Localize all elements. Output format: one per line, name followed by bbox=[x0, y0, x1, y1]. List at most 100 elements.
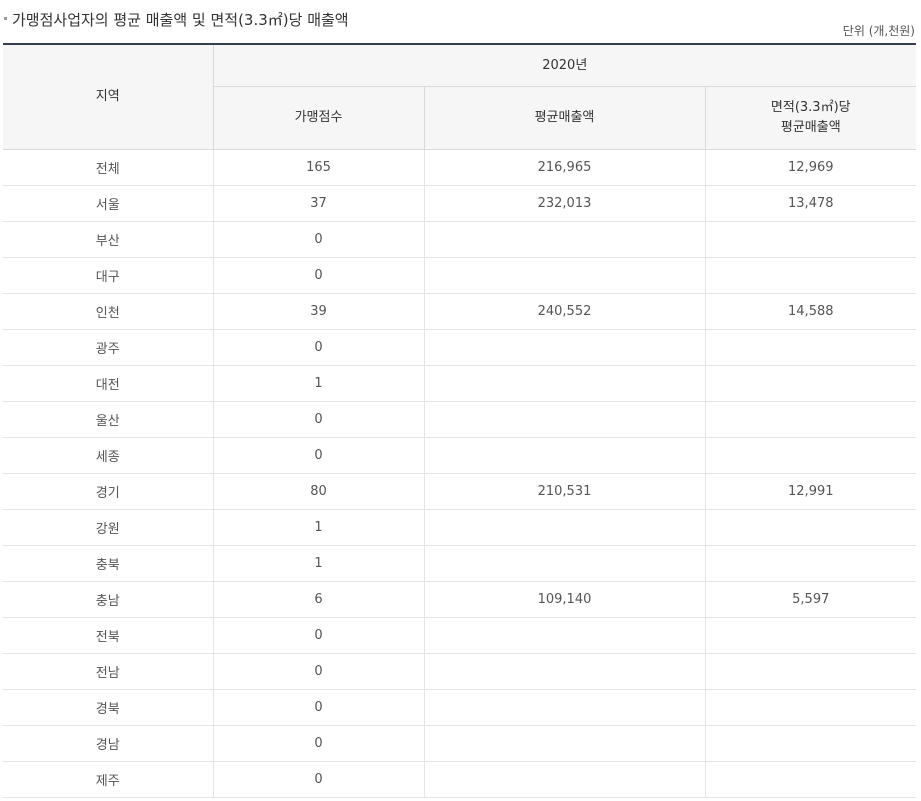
cell-stores: 0 bbox=[212, 329, 424, 366]
cell-area-sales bbox=[704, 725, 917, 762]
table-header-bar: 가맹점사업자의 평균 매출액 및 면적(3.3㎡)당 매출액 단위 (개,천원) bbox=[0, 0, 921, 44]
cell-region: 세종 bbox=[3, 437, 213, 474]
table-row: 대구 0 bbox=[3, 257, 917, 294]
cell-stores: 0 bbox=[212, 617, 424, 654]
cell-region: 광주 bbox=[3, 329, 213, 366]
cell-region: 전북 bbox=[3, 617, 213, 654]
cell-avg-sales bbox=[423, 725, 705, 762]
cell-area-sales bbox=[704, 329, 917, 366]
cell-avg-sales: 210,531 bbox=[423, 473, 705, 510]
col-header-avg-sales: 평균매출액 bbox=[423, 86, 705, 150]
col-header-area-sales-line1: 면적(3.3㎡)당 bbox=[770, 100, 851, 115]
cell-area-sales: 14,588 bbox=[704, 293, 917, 330]
col-header-area-sales: 면적(3.3㎡)당 평균매출액 bbox=[704, 86, 917, 150]
cell-stores: 6 bbox=[212, 581, 424, 618]
cell-avg-sales: 109,140 bbox=[423, 581, 705, 618]
table-row: 강원 1 bbox=[3, 509, 917, 546]
cell-area-sales bbox=[704, 689, 917, 726]
cell-region: 충북 bbox=[3, 545, 213, 582]
cell-stores: 0 bbox=[212, 437, 424, 474]
table-title-text: 가맹점사업자의 평균 매출액 및 면적(3.3㎡)당 매출액 bbox=[12, 11, 349, 29]
cell-stores: 0 bbox=[212, 689, 424, 726]
cell-stores: 0 bbox=[212, 257, 424, 294]
cell-stores: 1 bbox=[212, 545, 424, 582]
cell-stores: 0 bbox=[212, 653, 424, 690]
cell-area-sales bbox=[704, 761, 917, 798]
table-row: 전남 0 bbox=[3, 653, 917, 690]
col-header-region: 지역 bbox=[3, 44, 213, 150]
cell-avg-sales bbox=[423, 401, 705, 438]
table-row: 인천 39 240,552 14,588 bbox=[3, 293, 917, 330]
cell-region: 대전 bbox=[3, 365, 213, 402]
cell-area-sales bbox=[704, 545, 917, 582]
cell-area-sales bbox=[704, 365, 917, 402]
table-row: 경남 0 bbox=[3, 725, 917, 762]
table-row: 제주 0 bbox=[3, 761, 917, 798]
cell-area-sales: 12,969 bbox=[704, 149, 917, 186]
cell-avg-sales bbox=[423, 221, 705, 258]
cell-stores: 0 bbox=[212, 221, 424, 258]
cell-region: 전남 bbox=[3, 653, 213, 690]
table-row: 충북 1 bbox=[3, 545, 917, 582]
cell-region: 경북 bbox=[3, 689, 213, 726]
cell-area-sales bbox=[704, 653, 917, 690]
cell-region: 전체 bbox=[3, 149, 213, 186]
cell-region: 충남 bbox=[3, 581, 213, 618]
cell-region: 인천 bbox=[3, 293, 213, 330]
cell-region: 부산 bbox=[3, 221, 213, 258]
table-body: 전체 165 216,965 12,969 서울 37 232,013 13,478 부산 0 대구… bbox=[3, 149, 917, 798]
cell-region: 대구 bbox=[3, 257, 213, 294]
col-header-stores: 가맹점수 bbox=[212, 86, 424, 150]
cell-stores: 37 bbox=[212, 185, 424, 222]
cell-avg-sales bbox=[423, 653, 705, 690]
cell-region: 울산 bbox=[3, 401, 213, 438]
cell-avg-sales bbox=[423, 689, 705, 726]
cell-avg-sales bbox=[423, 257, 705, 294]
cell-avg-sales bbox=[423, 329, 705, 366]
cell-stores: 80 bbox=[212, 473, 424, 510]
cell-avg-sales: 240,552 bbox=[423, 293, 705, 330]
cell-stores: 39 bbox=[212, 293, 424, 330]
bullet-icon bbox=[4, 17, 7, 20]
cell-area-sales bbox=[704, 617, 917, 654]
cell-area-sales: 12,991 bbox=[704, 473, 917, 510]
cell-region: 강원 bbox=[3, 509, 213, 546]
table-row: 세종 0 bbox=[3, 437, 917, 474]
cell-avg-sales bbox=[423, 761, 705, 798]
cell-area-sales bbox=[704, 221, 917, 258]
cell-stores: 0 bbox=[212, 725, 424, 762]
table-row: 울산 0 bbox=[3, 401, 917, 438]
cell-region: 경남 bbox=[3, 725, 213, 762]
cell-avg-sales bbox=[423, 365, 705, 402]
cell-avg-sales bbox=[423, 617, 705, 654]
cell-stores: 0 bbox=[212, 401, 424, 438]
cell-stores: 1 bbox=[212, 365, 424, 402]
cell-stores: 165 bbox=[212, 149, 424, 186]
table-row: 대전 1 bbox=[3, 365, 917, 402]
col-header-year: 2020년 bbox=[212, 44, 917, 87]
table-row: 충남 6 109,140 5,597 bbox=[3, 581, 917, 618]
cell-area-sales bbox=[704, 437, 917, 474]
cell-area-sales: 5,597 bbox=[704, 581, 917, 618]
cell-area-sales bbox=[704, 257, 917, 294]
unit-label: 단위 (개,천원) bbox=[842, 24, 915, 38]
sales-table: 지역 2020년 가맹점수 평균매출액 면적(3.3㎡)당 평균매출액 전체 165… bbox=[3, 43, 917, 798]
cell-area-sales: 13,478 bbox=[704, 185, 917, 222]
table-title: 가맹점사업자의 평균 매출액 및 면적(3.3㎡)당 매출액 bbox=[4, 9, 349, 30]
cell-avg-sales bbox=[423, 437, 705, 474]
cell-avg-sales: 216,965 bbox=[423, 149, 705, 186]
cell-stores: 0 bbox=[212, 761, 424, 798]
cell-region: 제주 bbox=[3, 761, 213, 798]
cell-region: 서울 bbox=[3, 185, 213, 222]
cell-region: 경기 bbox=[3, 473, 213, 510]
table-row: 부산 0 bbox=[3, 221, 917, 258]
cell-avg-sales bbox=[423, 545, 705, 582]
table-row: 광주 0 bbox=[3, 329, 917, 366]
table-row: 전북 0 bbox=[3, 617, 917, 654]
cell-avg-sales bbox=[423, 509, 705, 546]
cell-stores: 1 bbox=[212, 509, 424, 546]
cell-area-sales bbox=[704, 401, 917, 438]
cell-area-sales bbox=[704, 509, 917, 546]
table-row: 전체 165 216,965 12,969 bbox=[3, 149, 917, 186]
table-row: 경북 0 bbox=[3, 689, 917, 726]
